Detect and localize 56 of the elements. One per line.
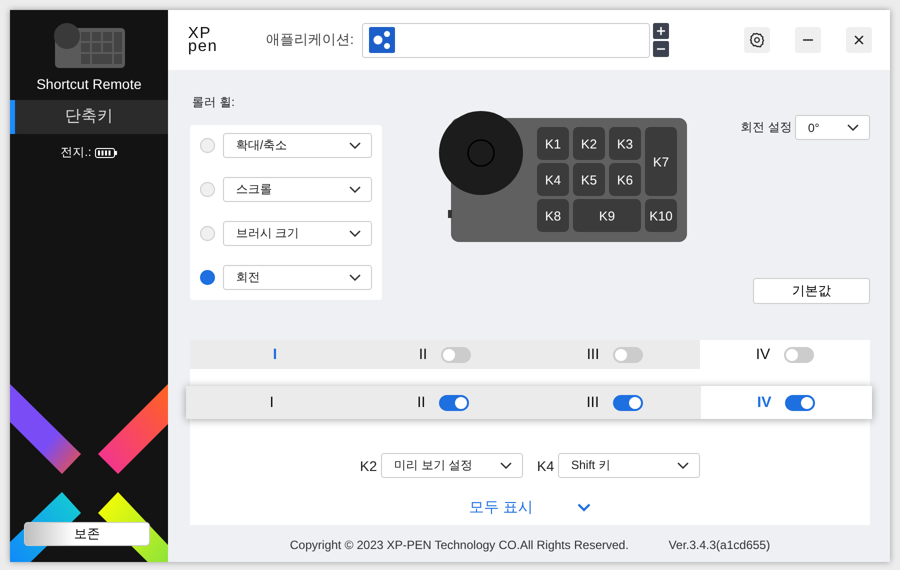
add-icon[interactable]: [652, 23, 669, 39]
battery-label: 전지.:: [60, 144, 92, 161]
mode-tab[interactable]: III: [586, 394, 599, 411]
toggle-switch[interactable]: [613, 346, 644, 362]
chevron-down-icon[interactable]: [349, 230, 361, 238]
roller-wheel-label: 롤러 휠:: [192, 94, 236, 111]
logo-text: XP: [188, 27, 212, 40]
version-text: Ver.3.4.3(a1cd655): [668, 538, 770, 552]
default-button[interactable]: 기본값: [753, 278, 870, 304]
toggle-switch[interactable]: [785, 394, 816, 410]
key-function-dropdown[interactable]: 미리 보기 설정: [381, 453, 523, 478]
logo-text: pen: [188, 40, 219, 53]
mode-tab[interactable]: II: [418, 346, 428, 363]
toggle-switch[interactable]: [613, 394, 643, 410]
app-icon[interactable]: [368, 27, 395, 53]
mode-tab[interactable]: I: [270, 394, 274, 411]
mode-tab[interactable]: II: [417, 394, 426, 411]
settings-icon[interactable]: [749, 32, 765, 48]
toggle-switch[interactable]: [441, 346, 472, 362]
sidebar-item[interactable]: 단축키: [10, 100, 168, 134]
close-button[interactable]: [846, 27, 872, 53]
device-name: Shortcut Remote: [35, 76, 143, 92]
key-label[interactable]: K9: [599, 208, 615, 224]
save-button[interactable]: 보존: [24, 522, 150, 546]
chevron-down-icon[interactable]: [349, 274, 361, 282]
mode-tab[interactable]: IV: [757, 394, 772, 411]
function-dropdown[interactable]: 회전: [222, 265, 372, 290]
application-label: 애플리케이션:: [266, 31, 354, 49]
show-all-link[interactable]: 모두 표시: [468, 498, 534, 517]
key-name: K2: [360, 458, 377, 474]
radio-button[interactable]: [200, 270, 215, 285]
remote-device-icon: [53, 22, 125, 68]
mode-tab[interactable]: I: [272, 346, 278, 363]
function-dropdown[interactable]: 확대/축소: [222, 133, 372, 158]
chevron-down-icon[interactable]: [349, 142, 361, 150]
rotation-label: 회전 설정: [740, 119, 792, 136]
chevron-down-icon[interactable]: [847, 124, 859, 132]
copyright-text: Copyright © 2023 XP-PEN Technology CO.All Rights Reserved.: [290, 538, 629, 552]
chevron-down-icon[interactable]: [500, 462, 512, 470]
key-function-dropdown[interactable]: Shift 키: [558, 453, 700, 478]
toggle-switch[interactable]: [439, 394, 470, 410]
remove-icon[interactable]: [652, 41, 669, 57]
function-dropdown[interactable]: 브러시 크기: [222, 221, 372, 246]
key-label[interactable]: K7: [653, 154, 669, 170]
close-icon[interactable]: [853, 34, 865, 46]
battery-icon: [95, 148, 118, 158]
mode-tab[interactable]: III: [586, 346, 600, 363]
function-dropdown[interactable]: 스크롤: [222, 177, 372, 202]
rotation-dropdown[interactable]: 0°: [795, 115, 870, 140]
chevron-down-icon[interactable]: [677, 462, 690, 470]
chevron-down-icon[interactable]: [349, 186, 361, 194]
application-field[interactable]: [362, 22, 650, 58]
toggle-switch[interactable]: [784, 346, 814, 362]
key-name: K4: [537, 458, 554, 474]
mode-tab[interactable]: IV: [756, 346, 770, 363]
settings-button[interactable]: [744, 27, 770, 53]
